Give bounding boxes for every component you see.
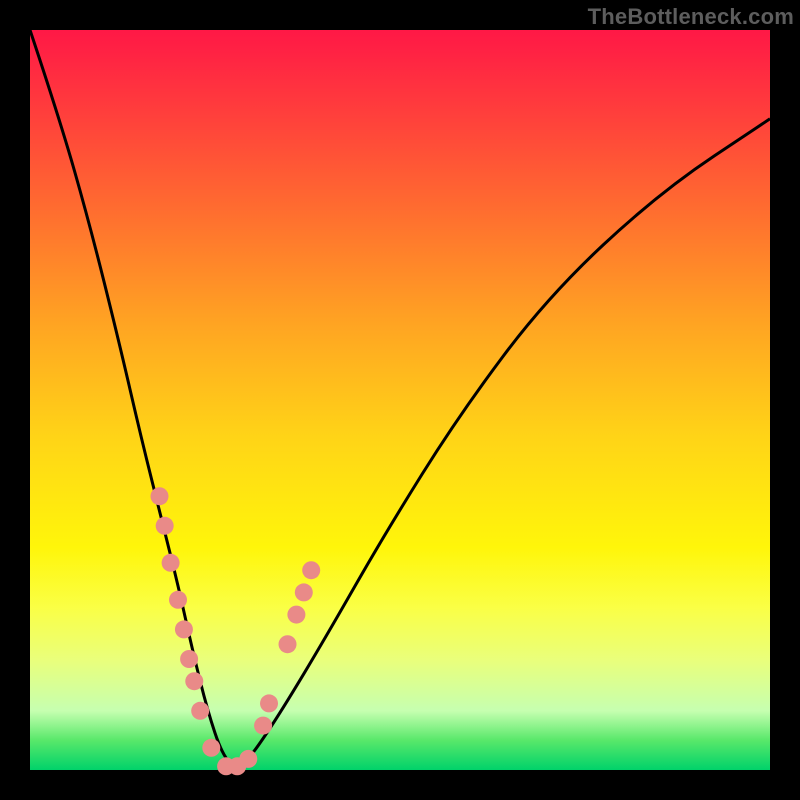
marker-dot <box>180 650 198 668</box>
marker-dot <box>175 620 193 638</box>
marker-dot <box>162 554 180 572</box>
marker-dot <box>287 606 305 624</box>
marker-dot <box>191 702 209 720</box>
bottleneck-curve <box>30 30 770 766</box>
marker-dot <box>185 672 203 690</box>
marker-dot <box>239 750 257 768</box>
marker-dot <box>202 739 220 757</box>
curve-layer <box>30 30 770 770</box>
marker-dot <box>260 694 278 712</box>
marker-dot <box>156 517 174 535</box>
marker-dot <box>254 717 272 735</box>
highlight-dots <box>151 487 321 775</box>
marker-dot <box>295 583 313 601</box>
marker-dot <box>302 561 320 579</box>
marker-dot <box>279 635 297 653</box>
plot-area <box>30 30 770 770</box>
chart-frame: TheBottleneck.com <box>0 0 800 800</box>
marker-dot <box>151 487 169 505</box>
watermark: TheBottleneck.com <box>588 4 794 30</box>
marker-dot <box>169 591 187 609</box>
